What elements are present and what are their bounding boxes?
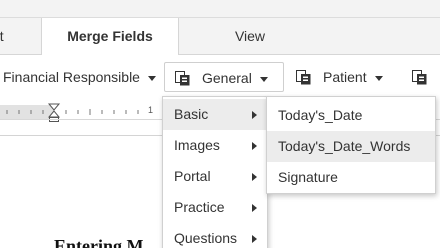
patient-label: Patient <box>323 69 367 85</box>
chevron-right-icon <box>252 142 257 150</box>
tab-merge-fields[interactable]: Merge Fields <box>41 18 179 56</box>
chevron-down-icon <box>374 75 383 81</box>
ruler-number: 1 <box>148 105 154 115</box>
menu-item-label: Portal <box>174 168 211 184</box>
general-label: General <box>202 70 252 86</box>
general-dropdown-menu: Basic Images Portal Practice Questions <box>162 96 268 248</box>
more-merge-fields-dropdown[interactable] <box>412 62 439 92</box>
menu-item-practice[interactable]: Practice <box>163 192 267 223</box>
top-strip <box>0 0 440 18</box>
menu-item-questions[interactable]: Questions <box>163 223 267 248</box>
merge-field-icon <box>412 69 427 85</box>
menu-item-basic[interactable]: Basic <box>163 99 267 130</box>
basic-submenu: Today's_Date Today's_Date_Words Signatur… <box>266 96 436 194</box>
tab-layout[interactable]: ut <box>0 18 40 55</box>
chevron-right-icon <box>252 111 257 119</box>
tab-view[interactable]: View <box>200 18 300 55</box>
merge-fields-toolbar: Financial Responsible General Patient <box>0 55 440 99</box>
financial-responsible-dropdown[interactable]: Financial Responsible <box>3 62 156 92</box>
menu-item-label: Basic <box>174 106 209 122</box>
chevron-right-icon <box>252 235 257 243</box>
financial-responsible-label: Financial Responsible <box>3 69 140 85</box>
chevron-right-icon <box>252 204 257 212</box>
merge-field-icon <box>175 70 190 86</box>
menu-item-label: Questions <box>174 230 238 246</box>
menu-item-label: Practice <box>174 199 225 215</box>
chevron-down-icon <box>259 76 268 82</box>
ribbon-tab-bar: ut Merge Fields View <box>0 18 440 56</box>
menu-item-images[interactable]: Images <box>163 130 267 161</box>
chevron-right-icon <box>252 173 257 181</box>
menu-item-portal[interactable]: Portal <box>163 161 267 192</box>
menu-item-label: Images <box>174 137 220 153</box>
merge-field-icon <box>296 69 311 85</box>
document-heading: Entering M <box>54 236 144 248</box>
submenu-item-signature[interactable]: Signature <box>267 162 435 193</box>
submenu-item-todays-date[interactable]: Today's_Date <box>267 100 435 131</box>
chevron-down-icon <box>147 75 156 81</box>
submenu-item-todays-date-words[interactable]: Today's_Date_Words <box>267 131 435 162</box>
patient-dropdown[interactable]: Patient <box>296 62 383 92</box>
general-dropdown[interactable]: General <box>164 62 284 92</box>
